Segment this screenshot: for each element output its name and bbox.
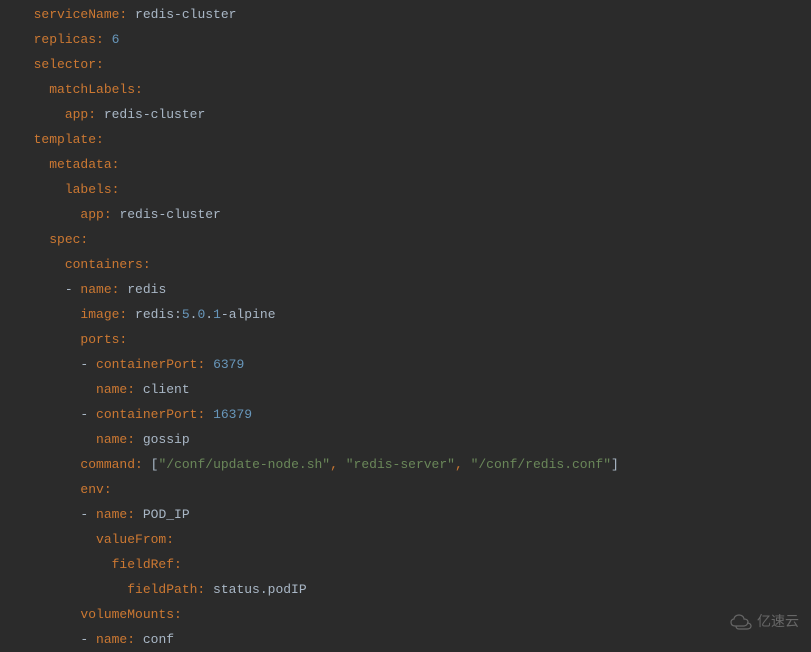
code-line: replicas: 6 [18,27,811,52]
code-line: name: gossip [18,427,811,452]
code-line: - name: POD_IP [18,502,811,527]
code-line: fieldRef: [18,552,811,577]
watermark: 亿速云 [729,609,799,634]
code-line: labels: [18,177,811,202]
code-line: metadata: [18,152,811,177]
code-line: env: [18,477,811,502]
code-line: image: redis:5.0.1-alpine [18,302,811,327]
code-line: containers: [18,252,811,277]
code-line: selector: [18,52,811,77]
code-line: - containerPort: 16379 [18,402,811,427]
code-line: serviceName: redis-cluster [18,2,811,27]
code-line: valueFrom: [18,527,811,552]
code-editor: serviceName: redis-cluster replicas: 6 s… [18,2,811,652]
code-line: - name: redis [18,277,811,302]
code-line: fieldPath: status.podIP [18,577,811,602]
cloud-icon [729,614,753,630]
code-line: template: [18,127,811,152]
code-line: app: redis-cluster [18,102,811,127]
watermark-text: 亿速云 [757,609,799,634]
code-line: ports: [18,327,811,352]
code-line: volumeMounts: [18,602,811,627]
code-line: - containerPort: 6379 [18,352,811,377]
code-line: app: redis-cluster [18,202,811,227]
code-line: matchLabels: [18,77,811,102]
code-line: spec: [18,227,811,252]
code-line: - name: conf [18,627,811,652]
code-line: name: client [18,377,811,402]
code-line: command: ["/conf/update-node.sh", "redis… [18,452,811,477]
